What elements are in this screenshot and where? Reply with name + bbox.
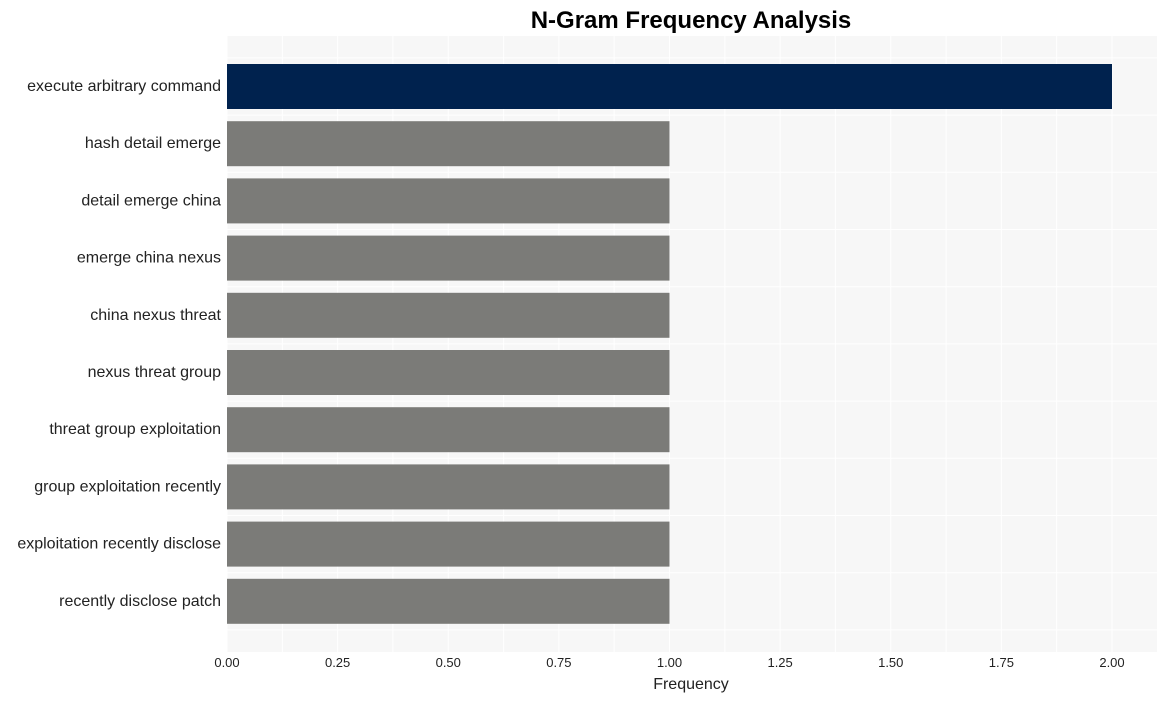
y-tick-labels: execute arbitrary command hash detail eme… (17, 78, 221, 610)
x-tick-label: 2.00 (1099, 655, 1124, 670)
bar (227, 235, 670, 281)
y-tick-label: recently disclose patch (59, 593, 221, 610)
bar (227, 464, 670, 510)
y-tick-label: execute arbitrary command (27, 78, 221, 95)
y-tick-label: emerge china nexus (77, 250, 221, 267)
bar (227, 578, 670, 624)
x-tick-label: 0.00 (214, 655, 239, 670)
y-tick-label: exploitation recently disclose (17, 536, 221, 553)
chart-title: N-Gram Frequency Analysis (531, 7, 852, 34)
x-tick-label: 1.50 (878, 655, 903, 670)
bar (227, 121, 670, 167)
bar (227, 178, 670, 224)
x-axis-label: Frequency (653, 676, 729, 693)
x-tick-label: 1.00 (657, 655, 682, 670)
x-tick-label: 1.75 (989, 655, 1014, 670)
x-tick-label: 0.50 (436, 655, 461, 670)
ngram-bar-chart: execute arbitrary command hash detail eme… (17, 7, 1157, 693)
bar (227, 64, 1112, 109)
bar (227, 292, 670, 338)
y-tick-label: group exploitation recently (34, 478, 221, 495)
y-tick-label: detail emerge china (81, 192, 221, 209)
x-tick-label: 0.25 (325, 655, 350, 670)
bar (227, 407, 670, 453)
y-tick-label: china nexus threat (90, 307, 221, 324)
y-tick-label: hash detail emerge (85, 135, 221, 152)
y-tick-label: threat group exploitation (49, 421, 221, 438)
bar (227, 521, 670, 567)
bar (227, 350, 670, 395)
x-tick-label: 1.25 (767, 655, 792, 670)
x-tick-label: 0.75 (546, 655, 571, 670)
y-tick-label: nexus threat group (88, 364, 222, 381)
x-tick-labels: 0.00 0.25 0.50 0.75 1.00 1.25 1.50 1.75 2.00 (214, 655, 1124, 670)
